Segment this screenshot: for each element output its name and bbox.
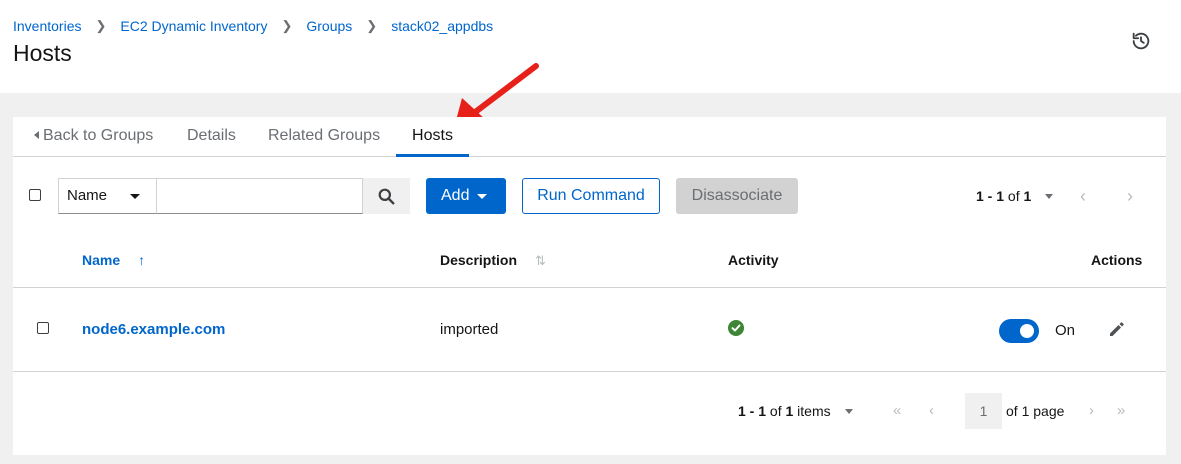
pagination-range: 1 - 1 (976, 188, 1005, 204)
host-name-link[interactable]: node6.example.com (82, 321, 225, 338)
previous-page-icon: ‹ (929, 402, 934, 419)
breadcrumb-group[interactable]: stack02_appdbs (391, 18, 493, 34)
table-header: Name ↑ Description ⇅ Activity Actions (13, 243, 1166, 288)
row-checkbox[interactable] (37, 322, 49, 334)
sort-ascending-icon: ↑ (138, 252, 146, 268)
breadcrumb-inventories[interactable]: Inventories (13, 18, 81, 34)
page-number-input[interactable]: 1 (965, 393, 1002, 429)
table-row: node6.example.com imported On (13, 288, 1166, 372)
filter-select[interactable]: Name (58, 178, 157, 214)
pagination-toggle[interactable]: 1 - 1 of 1 (976, 178, 1054, 214)
search-icon (378, 188, 395, 204)
hosts-card: Back to Groups Details Related Groups Ho… (13, 117, 1166, 455)
pagination-total: 1 (1023, 188, 1032, 204)
next-page-icon: › (1127, 186, 1133, 206)
tab-bar: Back to Groups Details Related Groups Ho… (13, 117, 1166, 157)
breadcrumb-separator-icon: ❯ (281, 18, 293, 33)
pagination-bottom: 1 - 1 of 1 items « ‹ 1 of 1 page › » (13, 393, 1166, 429)
search-button[interactable] (363, 178, 410, 214)
per-page-toggle[interactable]: 1 - 1 of 1 items (738, 393, 853, 429)
sort-icon: ⇅ (535, 253, 546, 268)
tab-details[interactable]: Details (187, 117, 236, 157)
column-name-label: Name (82, 252, 121, 268)
pagination-bottom-of: of (769, 403, 782, 419)
previous-page-icon: ‹ (1080, 186, 1086, 206)
chevron-down-icon (477, 194, 487, 199)
column-description-label: Description (440, 252, 518, 268)
breadcrumb-inventory[interactable]: EC2 Dynamic Inventory (120, 18, 267, 34)
add-button[interactable]: Add (426, 178, 506, 214)
chevron-down-icon (130, 194, 140, 199)
disassociate-button: Disassociate (676, 178, 798, 214)
page-header: Inventories ❯ EC2 Dynamic Inventory ❯ Gr… (0, 0, 1181, 93)
column-actions: Actions (1091, 252, 1143, 268)
select-all-checkbox[interactable] (29, 189, 41, 201)
tab-hosts[interactable]: Hosts (396, 117, 469, 157)
pagination-of: of (1007, 188, 1020, 204)
filter-select-label: Name (67, 187, 108, 204)
run-command-button[interactable]: Run Command (522, 178, 660, 214)
pagination-bottom-items: items (797, 403, 831, 419)
tab-back-to-groups[interactable]: Back to Groups (34, 117, 153, 157)
chevron-down-icon (1045, 194, 1054, 199)
pagination-bottom-range: 1 - 1 (738, 403, 767, 419)
chevron-down-icon (844, 409, 853, 414)
caret-left-icon (34, 131, 39, 139)
breadcrumb-separator-icon: ❯ (366, 18, 378, 33)
add-button-label: Add (441, 187, 470, 204)
column-description[interactable]: Description ⇅ (440, 252, 546, 269)
breadcrumb-separator-icon: ❯ (95, 18, 107, 33)
breadcrumb-groups[interactable]: Groups (306, 18, 352, 34)
history-icon[interactable] (1130, 30, 1152, 52)
tab-back-label: Back to Groups (43, 127, 154, 144)
success-status-icon[interactable] (728, 320, 744, 336)
tab-related-groups[interactable]: Related Groups (268, 117, 380, 157)
host-description: imported (440, 321, 499, 338)
page-count: of 1 page (1006, 403, 1065, 419)
pencil-icon[interactable] (1108, 320, 1126, 338)
first-page-icon: « (893, 402, 902, 419)
toggle-knob (1020, 324, 1034, 338)
column-activity: Activity (728, 252, 779, 268)
search-input[interactable] (157, 178, 363, 214)
host-enabled-toggle[interactable] (999, 319, 1039, 343)
breadcrumb: Inventories ❯ EC2 Dynamic Inventory ❯ Gr… (13, 18, 493, 34)
next-page-icon: › (1089, 402, 1094, 419)
pagination-bottom-total: 1 (785, 403, 794, 419)
toolbar: Name Add Run Command Disassociate 1 - 1 … (13, 178, 1166, 214)
last-page-icon: » (1117, 402, 1126, 419)
page-title: Hosts (13, 40, 72, 66)
column-name[interactable]: Name ↑ (82, 252, 145, 268)
toggle-label: On (1055, 322, 1076, 339)
